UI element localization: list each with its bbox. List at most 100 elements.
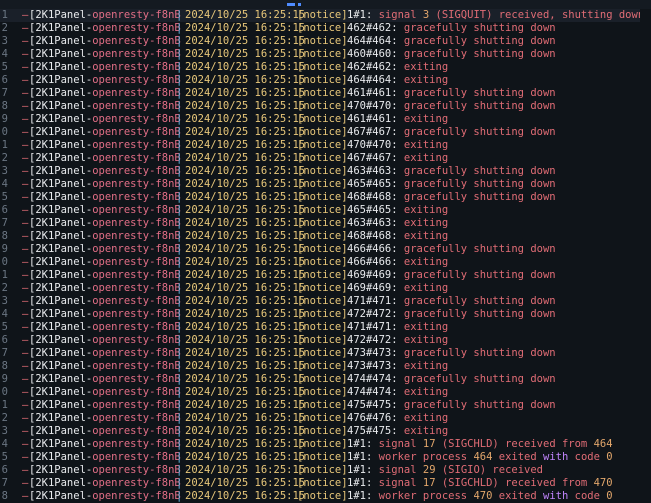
log-line[interactable]: 4 – [2K1Panel-openresty-f8nB | 2024/10/25 16…: [0, 308, 651, 321]
log-message: 467#467: exiting: [347, 152, 448, 165]
log-output[interactable]: 1– [2K1Panel-openresty-f8nB | 2024/10/25 16…: [0, 9, 651, 503]
column-separator: |: [176, 451, 183, 463]
log-line[interactable]: 0 – [2K1Panel-openresty-f8nB | 2024/10/25 16…: [0, 386, 651, 399]
message-fragment: 470: [593, 477, 613, 489]
message-fragment: 0: [606, 451, 613, 463]
log-line[interactable]: 1 – [2K1Panel-openresty-f8nB | 2024/10/25 16…: [0, 139, 651, 152]
log-line[interactable]: 5 – [2K1Panel-openresty-f8nB | 2024/10/25 16…: [0, 61, 651, 74]
log-line[interactable]: 6 – [2K1Panel-openresty-f8nB | 2024/10/25 16…: [0, 74, 651, 87]
message-fragment: exited: [492, 490, 543, 502]
log-line[interactable]: 0 – [2K1Panel-openresty-f8nB | 2024/10/25 16…: [0, 256, 651, 269]
log-message: 1#1: signal 29 (SIGIO) received: [347, 464, 543, 477]
log-level: [notice]: [297, 178, 348, 190]
log-line[interactable]: 1 – [2K1Panel-openresty-f8nB | 2024/10/25 16…: [0, 9, 651, 22]
container-name: openresty-f8nB: [92, 412, 181, 424]
container-label: [2K1Panel-openresty-f8nB: [29, 100, 181, 113]
column-separator: |: [176, 464, 183, 476]
line-marker-icon: –: [22, 412, 29, 424]
line-marker-icon: –: [22, 61, 29, 73]
log-line[interactable]: 3 – [2K1Panel-openresty-f8nB | 2024/10/25 16…: [0, 165, 651, 178]
log-line[interactable]: 9 – [2K1Panel-openresty-f8nB | 2024/10/25 16…: [0, 373, 651, 386]
log-line[interactable]: 5 – [2K1Panel-openresty-f8nB | 2024/10/25 16…: [0, 191, 651, 204]
container-name: openresty-f8nB: [92, 464, 181, 476]
line-marker-icon: –: [22, 425, 29, 437]
log-line[interactable]: 7 – [2K1Panel-openresty-f8nB | 2024/10/25 16…: [0, 477, 651, 490]
message-fragment: with: [543, 451, 569, 463]
message-fragment: gracefully shutting down: [397, 191, 556, 203]
log-line[interactable]: 3 – [2K1Panel-openresty-f8nB | 2024/10/25 16…: [0, 295, 651, 308]
container-prefix: [2K1Panel-: [29, 87, 93, 99]
log-line[interactable]: 8 – [2K1Panel-openresty-f8nB | 2024/10/25 16…: [0, 360, 651, 373]
log-line[interactable]: 9 – [2K1Panel-openresty-f8nB | 2024/10/25 16…: [0, 243, 651, 256]
message-fragment: (SIGCHLD) received from: [435, 438, 594, 450]
line-number: 2: [1, 22, 8, 34]
log-line[interactable]: 8 – [2K1Panel-openresty-f8nB | 2024/10/25 16…: [0, 230, 651, 243]
container-prefix: [2K1Panel-: [29, 126, 93, 138]
line-marker-icon: –: [22, 74, 29, 86]
line-marker-icon: –: [22, 22, 29, 34]
log-line[interactable]: 2 – [2K1Panel-openresty-f8nB | 2024/10/25 16…: [0, 282, 651, 295]
message-fragment: 29: [422, 464, 436, 476]
container-prefix: [2K1Panel-: [29, 321, 93, 333]
container-prefix: [2K1Panel-: [29, 22, 93, 34]
line-marker-icon: –: [22, 477, 29, 489]
log-line[interactable]: 8 – [2K1Panel-openresty-f8nB | 2024/10/25 16…: [0, 100, 651, 113]
log-line[interactable]: 4 – [2K1Panel-openresty-f8nB | 2024/10/25 16…: [0, 48, 651, 61]
log-line[interactable]: 7 – [2K1Panel-openresty-f8nB | 2024/10/25 16…: [0, 87, 651, 100]
line-number: 7: [1, 347, 8, 359]
log-line[interactable]: 9 – [2K1Panel-openresty-f8nB | 2024/10/25 16…: [0, 113, 651, 126]
line-marker-icon: –: [22, 48, 29, 60]
line-number: 6: [1, 204, 8, 216]
log-line[interactable]: 2 – [2K1Panel-openresty-f8nB | 2024/10/25 16…: [0, 22, 651, 35]
log-line[interactable]: 8 – [2K1Panel-openresty-f8nB | 2024/10/25 16…: [0, 490, 651, 503]
log-line[interactable]: 7 – [2K1Panel-openresty-f8nB | 2024/10/25 16…: [0, 217, 651, 230]
column-separator: |: [176, 412, 183, 424]
log-line[interactable]: 2 – [2K1Panel-openresty-f8nB | 2024/10/25 16…: [0, 152, 651, 165]
log-line[interactable]: 3 – [2K1Panel-openresty-f8nB | 2024/10/25 16…: [0, 425, 651, 438]
log-line[interactable]: 4 – [2K1Panel-openresty-f8nB | 2024/10/25 16…: [0, 438, 651, 451]
log-line[interactable]: 0 – [2K1Panel-openresty-f8nB | 2024/10/25 16…: [0, 126, 651, 139]
message-fragment: (SIGQUIT) received, shutting down: [429, 9, 645, 21]
container-name: openresty-f8nB: [92, 282, 181, 294]
log-line[interactable]: 3 – [2K1Panel-openresty-f8nB | 2024/10/25 16…: [0, 35, 651, 48]
line-marker-icon: –: [22, 321, 29, 333]
container-name: openresty-f8nB: [92, 152, 181, 164]
column-separator: |: [176, 61, 183, 73]
log-line[interactable]: 6 – [2K1Panel-openresty-f8nB | 2024/10/25 16…: [0, 464, 651, 477]
log-line[interactable]: 6 – [2K1Panel-openresty-f8nB | 2024/10/25 16…: [0, 204, 651, 217]
log-line[interactable]: 5 – [2K1Panel-openresty-f8nB | 2024/10/25 16…: [0, 321, 651, 334]
column-separator: |: [176, 48, 183, 60]
log-timestamp: 2024/10/25 16:25:15: [185, 178, 306, 190]
log-level: [notice]: [297, 295, 348, 307]
log-line[interactable]: 7 – [2K1Panel-openresty-f8nB | 2024/10/25 16…: [0, 347, 651, 360]
log-level: [notice]: [297, 243, 348, 255]
container-label: [2K1Panel-openresty-f8nB: [29, 438, 181, 451]
column-separator: |: [176, 425, 183, 437]
log-timestamp: 2024/10/25 16:25:15: [185, 269, 306, 281]
container-name: openresty-f8nB: [92, 373, 181, 385]
container-label: [2K1Panel-openresty-f8nB: [29, 321, 181, 334]
message-fragment: (SIGIO) received: [435, 464, 543, 476]
container-name: openresty-f8nB: [92, 217, 181, 229]
column-separator: |: [176, 230, 183, 242]
process-id: 470#470:: [347, 139, 398, 151]
log-level: [notice]: [297, 230, 348, 242]
message-fragment: 464: [473, 451, 493, 463]
log-level: [notice]: [297, 373, 348, 385]
column-separator: |: [176, 490, 183, 502]
log-line[interactable]: 6 – [2K1Panel-openresty-f8nB | 2024/10/25 16…: [0, 334, 651, 347]
process-id: 466#466:: [347, 243, 398, 255]
log-level: [notice]: [297, 282, 348, 294]
log-line[interactable]: 1 – [2K1Panel-openresty-f8nB | 2024/10/25 16…: [0, 269, 651, 282]
log-line[interactable]: 5 – [2K1Panel-openresty-f8nB | 2024/10/25 16…: [0, 451, 651, 464]
message-fragment: gracefully shutting down: [397, 295, 556, 307]
container-name: openresty-f8nB: [92, 360, 181, 372]
process-id: 467#467:: [347, 152, 398, 164]
log-line[interactable]: 2 – [2K1Panel-openresty-f8nB | 2024/10/25 16…: [0, 412, 651, 425]
column-separator: |: [176, 399, 183, 411]
log-line[interactable]: 1 – [2K1Panel-openresty-f8nB | 2024/10/25 16…: [0, 399, 651, 412]
log-timestamp: 2024/10/25 16:25:15: [185, 217, 306, 229]
scrollbar-track[interactable]: [640, 9, 651, 500]
log-message: 1#1: signal 3 (SIGQUIT) received, shutti…: [347, 9, 644, 22]
log-line[interactable]: 4 – [2K1Panel-openresty-f8nB | 2024/10/25 16…: [0, 178, 651, 191]
